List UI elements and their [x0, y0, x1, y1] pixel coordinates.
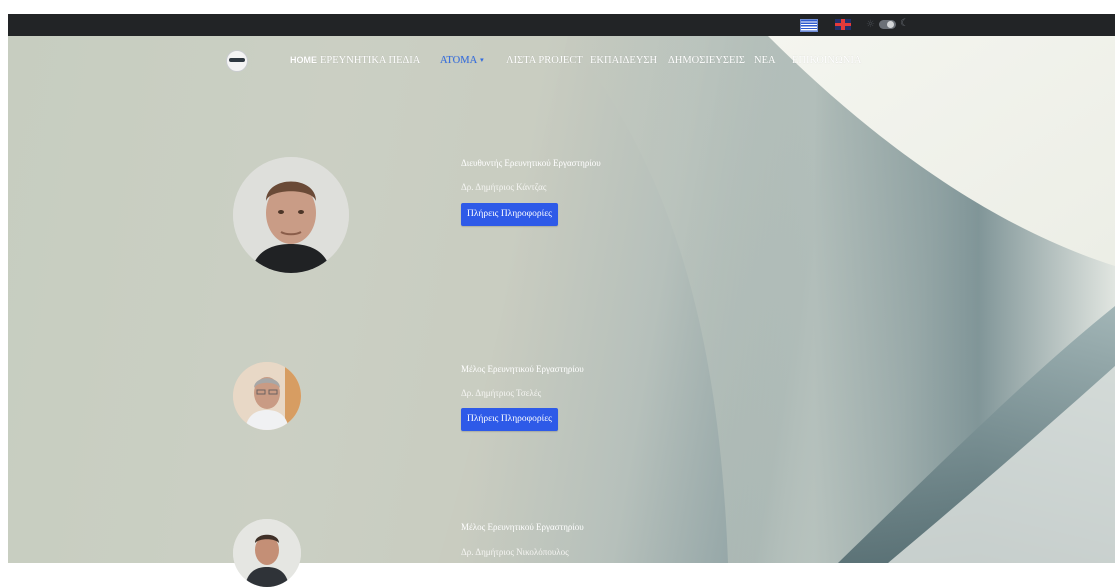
person-2-portrait — [233, 362, 301, 430]
person-2-name: Δρ. Δημήτριος Τσελές — [461, 388, 542, 398]
person-1-avatar — [233, 157, 349, 273]
person-1-details-button[interactable]: Πλήρεις Πληροφορίες — [461, 203, 558, 226]
dark-mode-toggle[interactable] — [879, 20, 896, 29]
moon-icon: ☾ — [900, 18, 909, 29]
greek-flag-icon[interactable] — [800, 19, 818, 32]
person-1-name: Δρ. Δημήτριος Κάντζας — [461, 182, 547, 192]
nav-research-fields[interactable]: ΕΡΕΥΝΗΤΙΚΑ ΠΕΔΙΑ — [320, 54, 420, 67]
lab-logo-icon[interactable] — [226, 50, 248, 72]
person-2-avatar — [233, 362, 301, 430]
page-margin — [0, 0, 8, 563]
person-3-portrait — [233, 519, 301, 587]
person-3-role: Μέλος Ερευνητικού Εργαστηρίου — [461, 522, 584, 532]
nav-project-list[interactable]: ΛΙΣΤΑ PROJECT — [506, 54, 583, 67]
nav-people[interactable]: ΑΤΟΜΑ ▾ — [440, 54, 484, 68]
logo-mark — [229, 58, 245, 62]
person-3-name: Δρ. Δημήτριος Νικολόπουλος — [461, 547, 569, 557]
background-curves — [8, 36, 1115, 563]
chevron-down-icon: ▾ — [480, 56, 484, 64]
nav-home[interactable]: HOME — [290, 54, 317, 67]
hero-background — [8, 36, 1115, 563]
sun-icon: ☼ — [866, 19, 875, 30]
nav-publications[interactable]: ΔΗΜΟΣΙΕΥΣΕΙΣ — [668, 54, 745, 67]
toggle-knob — [887, 21, 894, 28]
nav-education[interactable]: ΕΚΠΑΙΔΕΥΣΗ — [590, 54, 657, 67]
uk-flag-icon[interactable] — [835, 19, 851, 30]
nav-news[interactable]: ΝΕΑ — [754, 54, 776, 67]
nav-contact[interactable]: ΕΠΙΚΟΙΝΩΝΙΑ — [792, 54, 861, 67]
person-2-role: Μέλος Ερευνητικού Εργαστηρίου — [461, 364, 584, 374]
top-utility-bar — [8, 14, 1115, 36]
person-3-avatar — [233, 519, 301, 587]
nav-project-list-label: ΛΙΣΤΑ PROJECT — [506, 55, 583, 66]
person-2-details-button[interactable]: Πλήρεις Πληροφορίες — [461, 408, 558, 431]
nav-people-label: ΑΤΟΜΑ — [440, 55, 478, 66]
person-1-role: Διευθυντής Ερευνητικού Εργαστηρίου — [461, 158, 601, 168]
person-1-portrait — [233, 157, 349, 273]
